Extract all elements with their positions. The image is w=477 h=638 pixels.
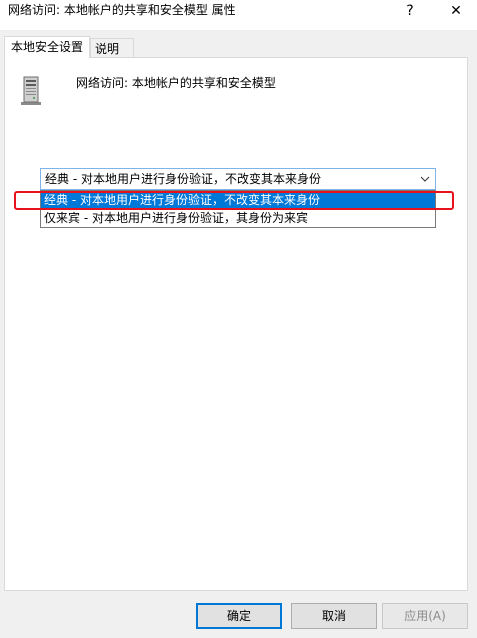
tab-local-security-setting[interactable]: 本地安全设置 (4, 36, 90, 58)
ok-button[interactable]: 确定 (196, 603, 282, 629)
tab-panel (4, 57, 468, 591)
apply-button[interactable]: 应用(A) (382, 603, 468, 629)
dropdown-option-guest-only[interactable]: 仅来宾 - 对本地用户进行身份验证，其身份为来宾 (41, 209, 435, 227)
help-icon: ? (406, 3, 414, 19)
title-bar: 网络访问: 本地帐户的共享和安全模型 属性 ? ✕ (0, 0, 477, 30)
security-model-combobox[interactable]: 经典 - 对本地用户进行身份验证，不改变其本来身份 (40, 168, 436, 190)
close-icon: ✕ (450, 3, 462, 19)
combobox-selected-value: 经典 - 对本地用户进行身份验证，不改变其本来身份 (45, 172, 321, 186)
help-button[interactable]: ? (390, 0, 430, 22)
window-title: 网络访问: 本地帐户的共享和安全模型 属性 (8, 3, 236, 17)
chevron-down-icon[interactable] (419, 173, 431, 185)
combobox-dropdown-list: 经典 - 对本地用户进行身份验证，不改变其本来身份 仅来宾 - 对本地用户进行身… (40, 190, 436, 228)
cancel-button[interactable]: 取消 (291, 603, 377, 629)
policy-name: 网络访问: 本地帐户的共享和安全模型 (76, 76, 276, 90)
server-computer-icon (21, 76, 41, 105)
tab-explain[interactable]: 说明 (90, 38, 134, 58)
dropdown-option-classic[interactable]: 经典 - 对本地用户进行身份验证，不改变其本来身份 (41, 191, 435, 209)
close-button[interactable]: ✕ (436, 0, 476, 22)
